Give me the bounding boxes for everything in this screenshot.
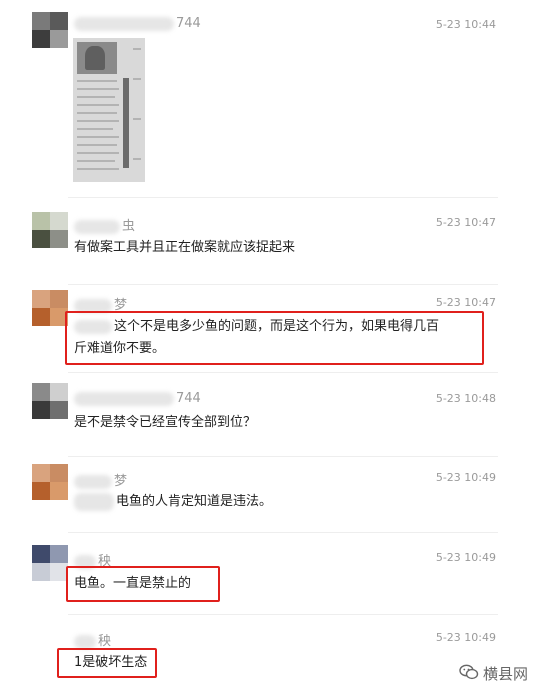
name-suffix: 744	[176, 16, 201, 31]
avatar[interactable]	[32, 464, 68, 500]
divider	[68, 197, 498, 198]
name-blur	[74, 16, 174, 31]
comment-time: 5-23 10:44	[435, 18, 496, 31]
highlight-box	[57, 648, 157, 678]
clipping-photo-figure	[85, 46, 105, 70]
comment-time: 5-23 10:49	[435, 631, 496, 644]
comment-time: 5-23 10:47	[435, 216, 496, 229]
newspaper-clipping-image[interactable]	[73, 38, 145, 182]
watermark-label: 横县网	[482, 664, 528, 683]
name-blur	[74, 219, 120, 234]
wechat-icon	[459, 664, 479, 684]
comment-time: 5-23 10:49	[435, 471, 496, 484]
avatar[interactable]	[32, 290, 68, 326]
comment-time: 5-23 10:48	[435, 392, 496, 405]
comment-text-content: 电鱼的人肯定知道是违法。	[116, 494, 273, 509]
commenter-name: 744	[74, 391, 201, 406]
commenter-name: 秧	[74, 630, 111, 649]
divider	[68, 532, 498, 533]
commenter-name: 744	[74, 16, 201, 31]
clipping-headline	[123, 78, 129, 168]
highlight-box	[65, 311, 484, 365]
name-blur	[74, 634, 96, 649]
name-suffix: 梦	[114, 474, 128, 489]
avatar[interactable]	[32, 383, 68, 419]
divider	[68, 284, 498, 285]
avatar[interactable]	[32, 212, 68, 248]
divider	[68, 456, 498, 457]
comment-text: 是不是禁令已经宣传全部到位？	[74, 415, 257, 430]
name-suffix: 虫	[122, 219, 136, 234]
mention-blur	[74, 492, 114, 511]
comment-text: 有做案工具并且正在做案就应该捉起来	[74, 240, 296, 255]
watermark: 横县网	[459, 663, 528, 685]
avatar[interactable]	[32, 545, 68, 581]
name-blur	[74, 474, 112, 489]
comment-time: 5-23 10:47	[435, 296, 496, 309]
divider	[68, 372, 498, 373]
name-suffix: 秧	[98, 634, 112, 649]
highlight-box	[66, 566, 220, 602]
commenter-name: 虫	[74, 215, 135, 234]
comment-text: 电鱼的人肯定知道是违法。	[74, 491, 272, 513]
commenter-name: 梦	[74, 470, 127, 489]
avatar[interactable]	[32, 12, 68, 48]
divider	[68, 614, 498, 615]
name-suffix: 744	[176, 391, 201, 406]
comment-time: 5-23 10:49	[435, 551, 496, 564]
name-blur	[74, 391, 174, 406]
